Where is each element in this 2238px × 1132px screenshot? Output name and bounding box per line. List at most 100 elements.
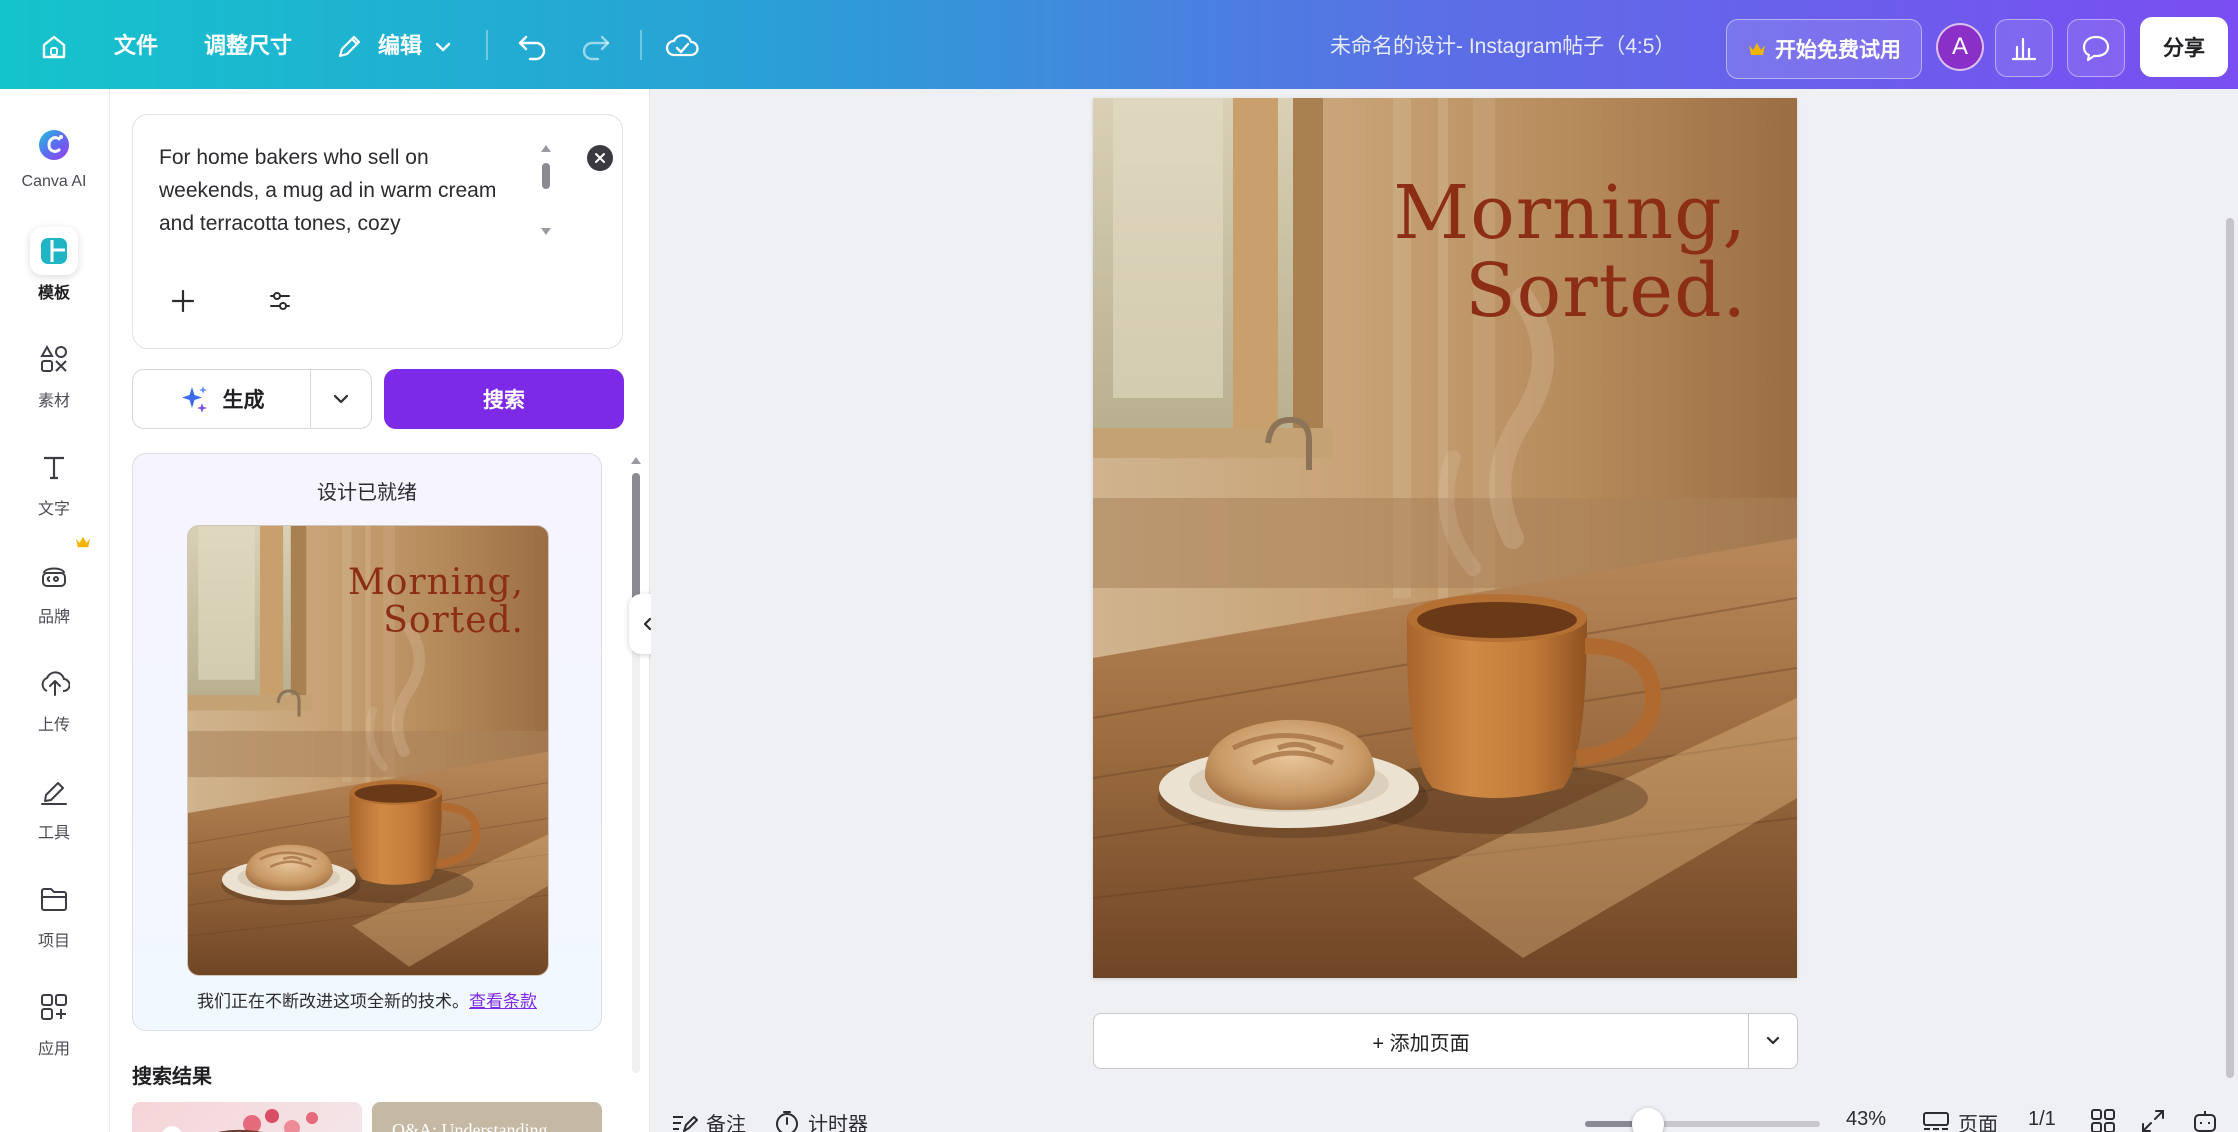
rail-item-projects[interactable]: 项目 [0,875,108,951]
ready-note-text: 我们正在不断改进这项全新的技术。 [197,992,469,1011]
rail-label: 工具 [37,825,70,842]
assistant-icon [2194,1111,2216,1132]
upload-icon [30,659,78,707]
rail-item-elements[interactable]: 素材 [0,335,108,411]
undo-icon[interactable] [512,28,552,64]
pages-label: 页面 [1958,1114,1998,1132]
resize-menu[interactable]: 调整尺寸 [204,30,292,62]
notes-label: 备注 [706,1114,746,1132]
prompt-text[interactable]: For home bakers who sell on weekends, a … [159,141,499,240]
result-title: Q&A: Understanding [392,1120,548,1132]
share-button[interactable]: 分享 [2140,17,2228,77]
add-page-group: + 添加页面 [1093,1013,1798,1069]
canvas-scrollbar[interactable] [2226,218,2234,1078]
templates-icon [30,227,78,275]
timer-icon [776,1110,798,1132]
settings-sliders-button[interactable] [260,281,300,321]
generated-design-thumbnail[interactable]: Morning, Sorted. [187,525,549,976]
crown-icon [1749,43,1765,55]
cloud-saved-icon[interactable] [662,28,702,64]
generate-button-group: 生成 [132,369,372,429]
rail-label: Canva AI [21,173,87,190]
assistant-button[interactable] [2192,1108,2218,1132]
chevron-down-icon[interactable] [430,34,456,60]
panel-scrollbar[interactable] [628,453,644,1132]
chevron-down-icon [1766,1036,1780,1045]
apps-icon [30,983,78,1031]
headline-line: Morning, [1393,170,1747,256]
canva-ai-icon [30,121,78,169]
zoom-level[interactable]: 43% [1846,1108,1886,1131]
add-page-button[interactable]: + 添加页面 [1094,1014,1749,1068]
headline-line: Sorted. [383,600,524,641]
fullscreen-button[interactable] [2140,1108,2166,1132]
search-result-thumbnail[interactable]: Q&A: Understanding [372,1102,602,1132]
zoom-slider-track[interactable] [1585,1121,1820,1127]
rail-item-upload[interactable]: 上传 [0,659,108,735]
free-trial-button[interactable]: 开始免费试用 [1726,19,1922,79]
left-rail: Canva AI 模板 素材 文字 品牌 上传 工具 项目 应用 [0,89,110,1132]
rail-item-canva-ai[interactable]: Canva AI [0,121,108,191]
rail-item-brand[interactable]: 品牌 [0,551,108,627]
pencil-icon[interactable] [332,30,366,64]
insights-button[interactable] [1995,19,2053,77]
generate-button[interactable]: 生成 [133,370,311,428]
redo-icon[interactable] [576,28,616,64]
page-count: 1/1 [2028,1108,2056,1130]
rail-label: 上传 [37,717,70,734]
design-headline[interactable]: Morning, Sorted. [1393,174,1747,330]
tools-icon [30,767,78,815]
rail-item-apps[interactable]: 应用 [0,983,108,1059]
sparkle-icon [181,386,207,413]
elements-icon [30,335,78,383]
pages-button[interactable]: 页面 [1922,1108,1998,1132]
document-title[interactable]: 未命名的设计- Instagram帖子（4:5） [1330,32,1675,62]
rail-item-tools[interactable]: 工具 [0,767,108,843]
home-button[interactable] [32,28,76,66]
search-result-thumbnail[interactable] [132,1102,362,1132]
grid-view-button[interactable] [2090,1108,2116,1132]
timer-button[interactable]: 计时器 [774,1108,868,1132]
design-page[interactable]: Morning, Sorted. [1093,98,1797,978]
timer-label: 计时器 [808,1114,868,1132]
expand-icon [2142,1110,2164,1132]
search-results-title: 搜索结果 [132,1066,212,1088]
clear-prompt-button[interactable] [587,145,613,171]
divider [486,30,488,60]
search-button[interactable]: 搜索 [384,369,624,429]
thumbnail-headline: Morning, Sorted. [348,564,524,640]
prompt-scrollbar[interactable] [537,141,555,239]
rail-label: 应用 [37,1041,70,1058]
generate-label: 生成 [222,389,265,412]
projects-icon [30,875,78,923]
rail-label: 品牌 [37,609,70,626]
design-ready-card: 设计已就绪 Morning, Sorted. 我们正在不断改进这项全新的技术。查… [132,453,602,1031]
pages-icon [1923,1111,1949,1132]
notes-button[interactable]: 备注 [670,1108,746,1132]
grid-view-icon [2091,1109,2115,1132]
headline-line: Sorted. [1464,248,1747,334]
rail-label: 项目 [37,933,70,950]
comments-button[interactable] [2067,19,2125,77]
add-attachment-button[interactable] [163,281,203,321]
home-icon [42,35,66,59]
rail-item-text[interactable]: 文字 [0,443,108,519]
close-icon [595,153,605,163]
rail-label: 素材 [37,393,70,410]
design-ready-title: 设计已就绪 [317,482,417,504]
avatar[interactable]: A [1936,23,1984,71]
chevron-down-icon [333,394,349,404]
bottom-bar [651,1098,2238,1132]
generate-options-dropdown[interactable] [311,370,371,428]
edit-menu[interactable]: 编辑 [378,30,422,62]
rail-item-templates[interactable]: 模板 [0,227,108,303]
text-icon [30,443,78,491]
add-page-options-dropdown[interactable] [1749,1014,1797,1068]
prompt-box[interactable]: For home bakers who sell on weekends, a … [132,114,623,349]
rail-label: 模板 [37,285,70,302]
sliders-icon [270,292,290,310]
terms-link[interactable]: 查看条款 [469,992,537,1011]
zoom-slider-handle[interactable] [1632,1108,1664,1132]
file-menu[interactable]: 文件 [114,30,158,62]
notes-icon [673,1115,698,1132]
